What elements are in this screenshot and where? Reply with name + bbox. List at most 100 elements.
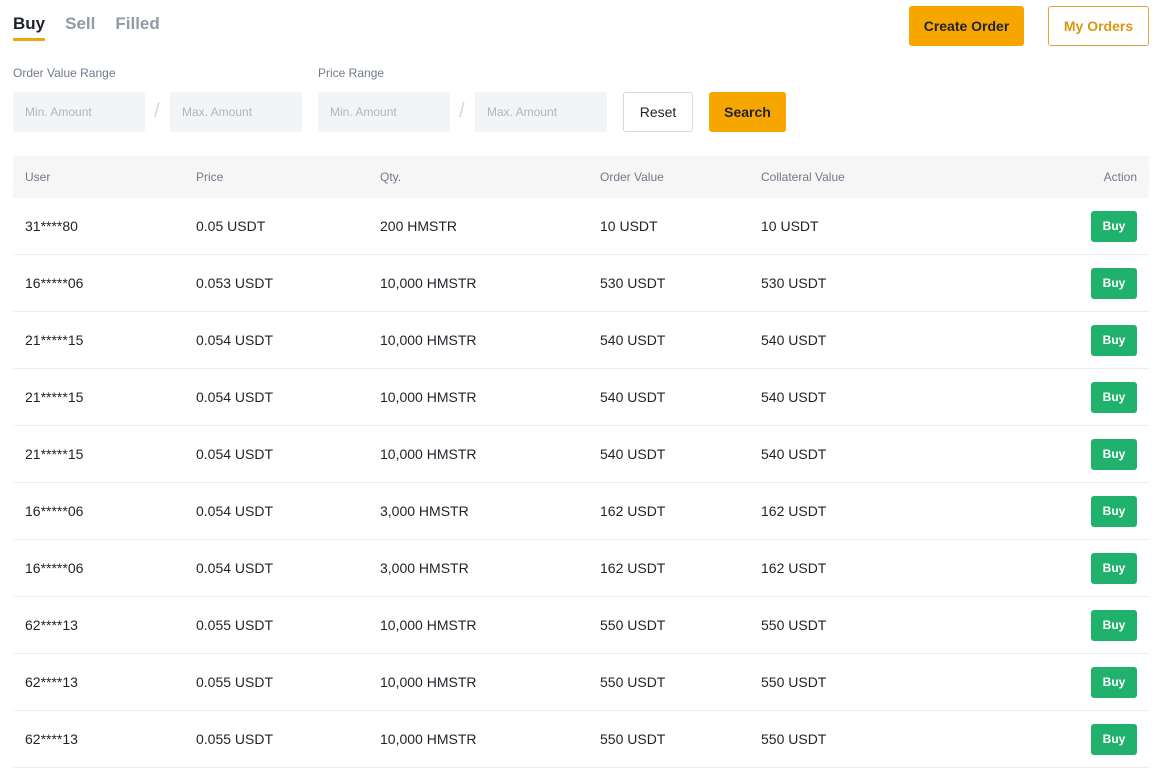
cell-price: 0.054 USDT	[196, 332, 274, 348]
cell-collateral-value: 540 USDT	[761, 389, 827, 405]
buy-button[interactable]: Buy	[1091, 609, 1137, 641]
cell-price: 0.053 USDT	[196, 275, 274, 291]
cell-user: 16*****06	[25, 275, 84, 291]
cell-order-value: 550 USDT	[600, 617, 666, 633]
cell-price: 0.055 USDT	[196, 731, 274, 747]
cell-collateral-value: 162 USDT	[761, 503, 827, 519]
orders-table: User Price Qty. Order Value Collateral V…	[13, 156, 1149, 768]
cell-qty: 3,000 HMSTR	[380, 560, 469, 576]
column-header-order-value: Order Value	[600, 170, 664, 184]
order-value-separator: /	[154, 100, 160, 122]
table-header: User Price Qty. Order Value Collateral V…	[13, 156, 1149, 198]
buy-button[interactable]: Buy	[1091, 495, 1137, 527]
cell-qty: 10,000 HMSTR	[380, 674, 477, 690]
table-row: 21*****15 0.054 USDT 10,000 HMSTR 540 USDT 5…	[13, 312, 1149, 369]
table-row: 21*****15 0.054 USDT 10,000 HMSTR 540 USDT 5…	[13, 369, 1149, 426]
column-header-action: Action	[1103, 170, 1137, 184]
cell-user: 21*****15	[25, 389, 84, 405]
cell-order-value: 550 USDT	[600, 731, 666, 747]
table-row: 62****13 0.055 USDT 10,000 HMSTR 550 USDT 55…	[13, 654, 1149, 711]
table-row: 16*****06 0.054 USDT 3,000 HMSTR 162 USDT 16…	[13, 483, 1149, 540]
cell-collateral-value: 10 USDT	[761, 218, 819, 234]
order-value-max-input[interactable]	[170, 92, 302, 132]
table-row: 62****13 0.055 USDT 10,000 HMSTR 550 USDT 55…	[13, 711, 1149, 768]
buy-button[interactable]: Buy	[1091, 267, 1137, 299]
table-row: 62****13 0.055 USDT 10,000 HMSTR 550 USDT 55…	[13, 597, 1149, 654]
cell-order-value: 540 USDT	[600, 389, 666, 405]
cell-action: Buy	[1091, 198, 1137, 254]
column-header-qty: Qty.	[380, 170, 402, 184]
cell-price: 0.055 USDT	[196, 617, 274, 633]
cell-price: 0.055 USDT	[196, 674, 274, 690]
table-row: 16*****06 0.053 USDT 10,000 HMSTR 530 USDT 5…	[13, 255, 1149, 312]
table-row: 21*****15 0.054 USDT 10,000 HMSTR 540 USDT 5…	[13, 426, 1149, 483]
order-value-range-label: Order Value Range	[13, 66, 116, 80]
cell-action: Buy	[1091, 597, 1137, 653]
p2p-order-page: Buy Sell Filled Create Order My Orders O…	[0, 0, 1156, 769]
cell-qty: 10,000 HMSTR	[380, 617, 477, 633]
reset-button[interactable]: Reset	[623, 92, 693, 132]
cell-order-value: 10 USDT	[600, 218, 658, 234]
order-value-min-input[interactable]	[13, 92, 145, 132]
create-order-button[interactable]: Create Order	[909, 6, 1024, 46]
cell-collateral-value: 550 USDT	[761, 731, 827, 747]
cell-order-value: 550 USDT	[600, 674, 666, 690]
buy-button[interactable]: Buy	[1091, 552, 1137, 584]
buy-button[interactable]: Buy	[1091, 210, 1137, 242]
cell-user: 21*****15	[25, 332, 84, 348]
cell-collateral-value: 540 USDT	[761, 332, 827, 348]
search-button[interactable]: Search	[709, 92, 786, 132]
cell-qty: 10,000 HMSTR	[380, 275, 477, 291]
buy-button[interactable]: Buy	[1091, 381, 1137, 413]
price-range-label: Price Range	[318, 66, 385, 80]
buy-button[interactable]: Buy	[1091, 324, 1137, 356]
cell-order-value: 162 USDT	[600, 560, 666, 576]
buy-button[interactable]: Buy	[1091, 438, 1137, 470]
cell-action: Buy	[1091, 540, 1137, 596]
tab-sell[interactable]: Sell	[65, 14, 95, 41]
cell-user: 16*****06	[25, 503, 84, 519]
cell-action: Buy	[1091, 426, 1137, 482]
cell-collateral-value: 162 USDT	[761, 560, 827, 576]
cell-qty: 10,000 HMSTR	[380, 389, 477, 405]
column-header-user: User	[25, 170, 51, 184]
table-body: 31****80 0.05 USDT 200 HMSTR 10 USDT 10 USDT…	[13, 198, 1149, 768]
cell-user: 62****13	[25, 617, 78, 633]
cell-user: 31****80	[25, 218, 78, 234]
cell-order-value: 540 USDT	[600, 332, 666, 348]
cell-collateral-value: 530 USDT	[761, 275, 827, 291]
cell-qty: 10,000 HMSTR	[380, 332, 477, 348]
cell-collateral-value: 550 USDT	[761, 674, 827, 690]
cell-qty: 200 HMSTR	[380, 218, 458, 234]
cell-order-value: 530 USDT	[600, 275, 666, 291]
cell-user: 62****13	[25, 731, 78, 747]
price-max-input[interactable]	[475, 92, 607, 132]
buy-button[interactable]: Buy	[1091, 666, 1137, 698]
cell-qty: 10,000 HMSTR	[380, 731, 477, 747]
cell-action: Buy	[1091, 711, 1137, 767]
cell-qty: 3,000 HMSTR	[380, 503, 469, 519]
price-min-input[interactable]	[318, 92, 450, 132]
cell-order-value: 162 USDT	[600, 503, 666, 519]
cell-collateral-value: 540 USDT	[761, 446, 827, 462]
tab-buy[interactable]: Buy	[13, 14, 46, 41]
cell-action: Buy	[1091, 255, 1137, 311]
cell-price: 0.054 USDT	[196, 503, 274, 519]
column-header-price: Price	[196, 170, 224, 184]
cell-price: 0.054 USDT	[196, 446, 274, 462]
cell-price: 0.05 USDT	[196, 218, 266, 234]
cell-qty: 10,000 HMSTR	[380, 446, 477, 462]
cell-order-value: 540 USDT	[600, 446, 666, 462]
cell-user: 62****13	[25, 674, 78, 690]
cell-price: 0.054 USDT	[196, 560, 274, 576]
order-tabs: Buy Sell Filled	[13, 14, 160, 41]
column-header-collateral-value: Collateral Value	[761, 170, 845, 184]
cell-action: Buy	[1091, 312, 1137, 368]
table-row: 16*****06 0.054 USDT 3,000 HMSTR 162 USDT 16…	[13, 540, 1149, 597]
buy-button[interactable]: Buy	[1091, 723, 1137, 755]
tab-filled[interactable]: Filled	[115, 14, 159, 41]
cell-action: Buy	[1091, 369, 1137, 425]
my-orders-button[interactable]: My Orders	[1048, 6, 1149, 46]
cell-user: 21*****15	[25, 446, 84, 462]
cell-price: 0.054 USDT	[196, 389, 274, 405]
